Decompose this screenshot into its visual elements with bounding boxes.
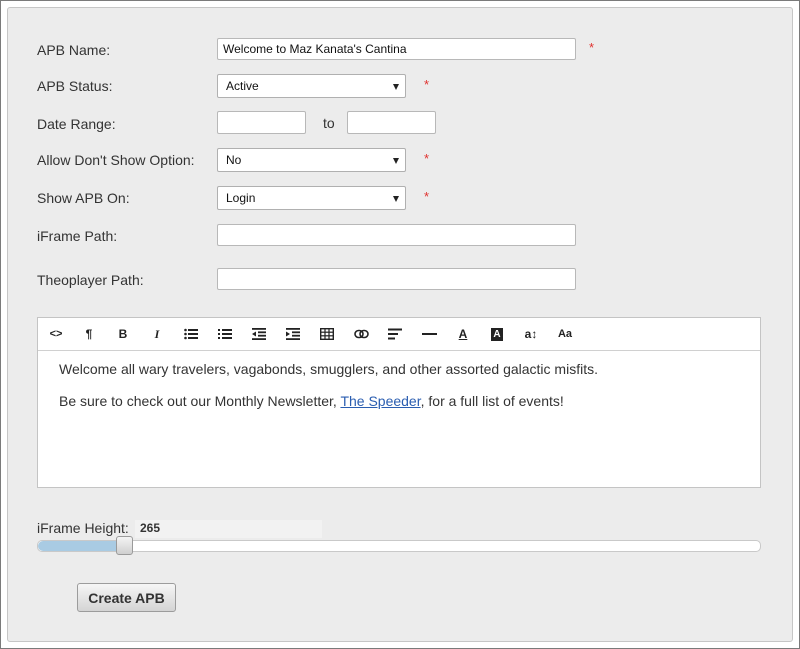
iframe-height-value: 265 bbox=[135, 520, 322, 538]
align-left-icon[interactable] bbox=[386, 325, 404, 343]
allow-dont-show-required-mark: * bbox=[424, 151, 430, 166]
apb-name-input[interactable] bbox=[217, 38, 576, 60]
table-icon[interactable] bbox=[318, 325, 336, 343]
paragraph-icon[interactable]: ¶ bbox=[80, 325, 98, 343]
editor-content[interactable]: Welcome all wary travelers, vagabonds, s… bbox=[38, 351, 760, 433]
apb-status-selected-value: Active bbox=[226, 79, 259, 93]
iframe-path-label: iFrame Path: bbox=[37, 228, 118, 244]
editor-line-2-text-before: Be sure to check out our Monthly Newslet… bbox=[59, 393, 341, 409]
create-apb-button[interactable]: Create APB bbox=[77, 583, 176, 612]
date-range-label: Date Range: bbox=[37, 116, 116, 132]
editor-toolbar: <> ¶ B I A A a↕ Aa bbox=[38, 318, 760, 351]
unordered-list-icon[interactable] bbox=[182, 325, 200, 343]
show-apb-on-label: Show APB On: bbox=[37, 190, 130, 206]
slider-fill bbox=[38, 541, 125, 551]
apb-status-required-mark: * bbox=[424, 77, 430, 92]
apb-name-required-mark: * bbox=[589, 40, 595, 55]
italic-icon[interactable]: I bbox=[148, 325, 166, 343]
editor-line-2-text-after: , for a full list of events! bbox=[420, 393, 564, 409]
theoplayer-path-label: Theoplayer Path: bbox=[37, 272, 144, 288]
horizontal-rule-icon[interactable] bbox=[420, 325, 438, 343]
allow-dont-show-selected-value: No bbox=[226, 153, 242, 167]
show-apb-on-selected-value: Login bbox=[226, 191, 256, 205]
apb-name-label: APB Name: bbox=[37, 42, 111, 58]
allow-dont-show-label: Allow Don't Show Option: bbox=[37, 152, 195, 168]
newsletter-link[interactable]: The Speeder bbox=[340, 393, 420, 409]
date-range-start-input[interactable] bbox=[217, 111, 306, 134]
font-family-icon[interactable]: Aa bbox=[556, 325, 574, 343]
indent-icon[interactable] bbox=[284, 325, 302, 343]
iframe-height-label: iFrame Height: bbox=[37, 520, 129, 536]
show-apb-on-select[interactable]: Login bbox=[217, 186, 406, 210]
dropdown-arrow-icon bbox=[393, 84, 399, 90]
background-color-glyph: A bbox=[491, 327, 503, 341]
editor-line-2: Be sure to check out our Monthly Newslet… bbox=[59, 392, 739, 410]
date-range-end-input[interactable] bbox=[347, 111, 436, 134]
dropdown-arrow-icon bbox=[393, 158, 399, 164]
link-icon[interactable] bbox=[352, 325, 370, 343]
date-range-to-label: to bbox=[323, 115, 335, 131]
code-view-icon[interactable]: <> bbox=[47, 325, 65, 343]
font-color-icon[interactable]: A bbox=[454, 325, 472, 343]
editor-line-1: Welcome all wary travelers, vagabonds, s… bbox=[59, 361, 598, 377]
iframe-height-slider[interactable] bbox=[37, 536, 761, 555]
show-apb-on-required-mark: * bbox=[424, 189, 430, 204]
allow-dont-show-select[interactable]: No bbox=[217, 148, 406, 172]
ordered-list-icon[interactable] bbox=[216, 325, 234, 343]
iframe-path-input[interactable] bbox=[217, 224, 576, 246]
background-color-icon[interactable]: A bbox=[488, 325, 506, 343]
slider-handle[interactable] bbox=[116, 536, 133, 555]
font-size-icon[interactable]: a↕ bbox=[522, 325, 540, 343]
outdent-icon[interactable] bbox=[250, 325, 268, 343]
apb-status-select[interactable]: Active bbox=[217, 74, 406, 98]
theoplayer-path-input[interactable] bbox=[217, 268, 576, 290]
bold-icon[interactable]: B bbox=[114, 325, 132, 343]
rich-text-editor: <> ¶ B I A A a↕ Aa Welcome all wary trav… bbox=[37, 317, 761, 488]
apb-status-label: APB Status: bbox=[37, 78, 113, 94]
dropdown-arrow-icon bbox=[393, 196, 399, 202]
